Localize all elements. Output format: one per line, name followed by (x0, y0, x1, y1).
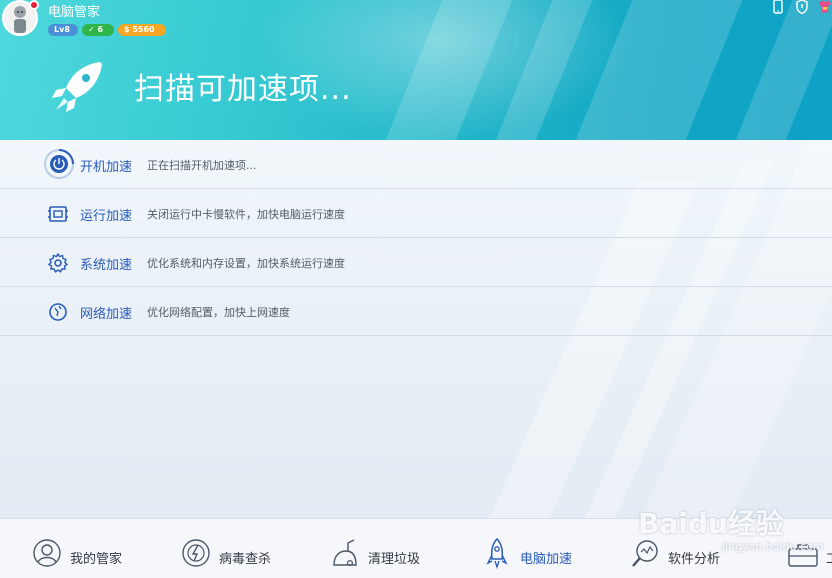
scan-status-title: 扫描可加速项... (134, 72, 352, 107)
gear-icon (47, 252, 69, 273)
rocket-icon (486, 537, 508, 569)
header-banner: 电脑管家 Lv8 ✓ 6 $ 5560 扫描可加速项... (0, 0, 832, 140)
speedup-list: 开机加速 正在扫描开机加速项... 运行加速 关闭运行中卡慢软件，加快电脑运行速… (0, 140, 832, 520)
app-window: 电脑管家 Lv8 ✓ 6 $ 5560 扫描可加速项... 开机加速 正在扫描开… (0, 0, 832, 578)
item-title: 网络加速 (80, 307, 133, 322)
power-icon (44, 149, 74, 179)
list-item-system[interactable]: 系统加速 优化系统和内存设置，加快系统运行速度 (0, 238, 832, 287)
baidu-watermark: Baidu经验 jingyan.baidu.com (636, 488, 832, 578)
app-name: 电脑管家 (48, 5, 101, 20)
skin-shirt-icon[interactable] (819, 0, 831, 14)
level-badge[interactable]: Lv8 (48, 24, 78, 36)
phone-icon[interactable] (772, 0, 784, 14)
shield-badge[interactable]: ✓ 6 (82, 24, 114, 36)
vacuum-icon (333, 539, 357, 567)
nav-label: 我的管家 (70, 552, 123, 567)
item-desc: 关闭运行中卡慢软件，加快电脑运行速度 (147, 208, 345, 221)
user-icon (33, 539, 61, 567)
coin-badge[interactable]: $ 5560 (118, 24, 166, 36)
list-item-boot[interactable]: 开机加速 正在扫描开机加速项... (0, 140, 832, 189)
rocket-icon (52, 62, 102, 112)
virus-scan-icon (182, 539, 210, 567)
shield-icon[interactable] (796, 0, 808, 14)
item-desc: 优化系统和内存设置，加快系统运行速度 (147, 257, 345, 270)
nav-label: 电脑加速 (520, 552, 573, 567)
item-title: 运行加速 (80, 209, 133, 224)
memory-chip-icon (48, 206, 68, 222)
watermark-url: jingyan.baidu.com (722, 540, 824, 553)
item-desc: 正在扫描开机加速项... (147, 159, 257, 172)
item-title: 开机加速 (80, 160, 133, 175)
nav-label: 病毒查杀 (219, 552, 272, 567)
list-item-running[interactable]: 运行加速 关闭运行中卡慢软件，加快电脑运行速度 (0, 189, 832, 238)
item-desc: 优化网络配置，加快上网速度 (147, 306, 290, 319)
watermark-text: Baidu经验 (638, 507, 784, 540)
item-title: 系统加速 (80, 258, 133, 273)
globe-icon (49, 303, 67, 321)
nav-label: 清理垃圾 (368, 552, 421, 567)
list-item-network[interactable]: 网络加速 优化网络配置，加快上网速度 (0, 287, 832, 336)
notification-dot (29, 0, 39, 10)
